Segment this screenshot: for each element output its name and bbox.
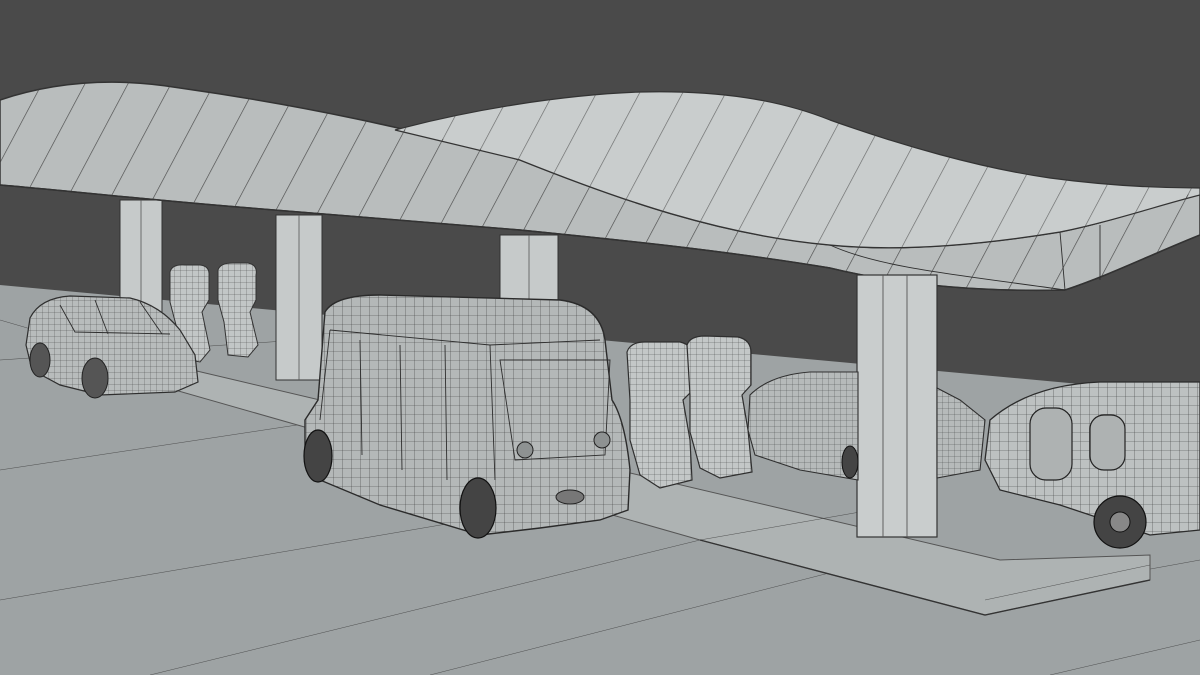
- wheel-icon: [459, 477, 497, 539]
- 3d-viewport[interactable]: [0, 0, 1200, 675]
- charging-station-4: [686, 335, 753, 479]
- headlight-icon: [516, 441, 534, 459]
- wireframe-scene[interactable]: [0, 0, 1200, 675]
- trailer-door: [1029, 407, 1073, 481]
- trailer-window: [1089, 414, 1126, 471]
- wheel-icon: [841, 445, 859, 479]
- support-column-2: [275, 214, 323, 381]
- support-column-4: [856, 274, 938, 538]
- wheel-icon: [303, 429, 333, 483]
- charging-station-3: [626, 341, 694, 489]
- headlight-icon: [593, 431, 611, 449]
- toyota-logo-icon: [555, 489, 585, 505]
- wheel-icon: [81, 357, 109, 399]
- wheel-icon: [29, 342, 51, 378]
